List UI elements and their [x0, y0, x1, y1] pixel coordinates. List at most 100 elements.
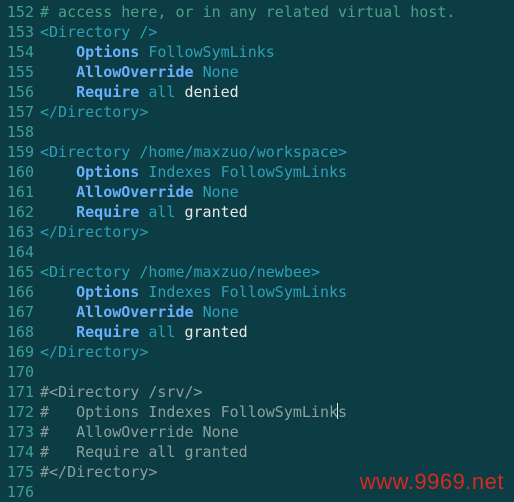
line-content[interactable]: # access here, or in any related virtual… [40, 2, 514, 22]
code-token: all [148, 83, 175, 101]
line-content[interactable]: Require all denied [40, 82, 514, 102]
line-content[interactable]: # Require all granted [40, 442, 514, 462]
code-token [40, 183, 76, 201]
line-content[interactable]: Options FollowSymLinks [40, 42, 514, 62]
code-token: #<Directory /srv/> [40, 383, 203, 401]
code-line[interactable]: 163</Directory> [0, 222, 514, 242]
line-number: 169 [0, 342, 40, 362]
line-number: 167 [0, 302, 40, 322]
line-content[interactable]: <Directory /home/maxzuo/newbee> [40, 262, 514, 282]
line-number: 161 [0, 182, 40, 202]
line-number: 176 [0, 482, 40, 502]
code-token: /home/maxzuo/newbee [139, 263, 311, 281]
code-line[interactable]: 156 Require all denied [0, 82, 514, 102]
line-content[interactable]: Options Indexes FollowSymLinks [40, 162, 514, 182]
line-number: 163 [0, 222, 40, 242]
line-content[interactable]: Options Indexes FollowSymLinks [40, 282, 514, 302]
code-token: None [203, 303, 239, 321]
code-token: > [311, 263, 320, 281]
code-line[interactable]: 169</Directory> [0, 342, 514, 362]
line-number: 172 [0, 402, 40, 422]
code-line[interactable]: 159<Directory /home/maxzuo/workspace> [0, 142, 514, 162]
code-line[interactable]: 166 Options Indexes FollowSymLinks [0, 282, 514, 302]
code-line[interactable]: 164 [0, 242, 514, 262]
code-line[interactable]: 157</Directory> [0, 102, 514, 122]
line-content[interactable]: # AllowOverride None [40, 422, 514, 442]
code-token [175, 83, 184, 101]
code-token [194, 303, 203, 321]
code-line[interactable]: 168 Require all granted [0, 322, 514, 342]
line-number: 170 [0, 362, 40, 382]
code-line[interactable]: 155 AllowOverride None [0, 62, 514, 82]
code-token: <Directory [40, 263, 139, 281]
code-token [40, 323, 76, 341]
code-token [40, 43, 76, 61]
code-token: Indexes [148, 163, 211, 181]
code-token [175, 203, 184, 221]
code-line[interactable]: 152# access here, or in any related virt… [0, 2, 514, 22]
code-editor[interactable]: 152# access here, or in any related virt… [0, 0, 514, 502]
code-line[interactable]: 162 Require all granted [0, 202, 514, 222]
line-content[interactable]: AllowOverride None [40, 62, 514, 82]
code-line[interactable]: 173# AllowOverride None [0, 422, 514, 442]
code-line[interactable]: 175#</Directory> [0, 462, 514, 482]
code-token: # AllowOverride None [40, 423, 239, 441]
line-content[interactable]: Require all granted [40, 202, 514, 222]
line-number: 157 [0, 102, 40, 122]
line-content[interactable]: </Directory> [40, 342, 514, 362]
code-line[interactable]: 170 [0, 362, 514, 382]
code-token: Options [76, 163, 139, 181]
code-token [175, 323, 184, 341]
code-line[interactable]: 174# Require all granted [0, 442, 514, 462]
line-number: 155 [0, 62, 40, 82]
code-token [212, 163, 221, 181]
code-line[interactable]: 171#<Directory /srv/> [0, 382, 514, 402]
line-number: 173 [0, 422, 40, 442]
code-line[interactable]: 167 AllowOverride None [0, 302, 514, 322]
line-content[interactable] [40, 482, 514, 502]
code-line[interactable]: 153<Directory /> [0, 22, 514, 42]
code-line[interactable]: 176 [0, 482, 514, 502]
line-content[interactable]: </Directory> [40, 102, 514, 122]
line-number: 152 [0, 2, 40, 22]
line-content[interactable]: AllowOverride None [40, 302, 514, 322]
line-content[interactable] [40, 242, 514, 262]
line-number: 153 [0, 22, 40, 42]
code-token [40, 63, 76, 81]
code-line[interactable]: 165<Directory /home/maxzuo/newbee> [0, 262, 514, 282]
line-content[interactable] [40, 362, 514, 382]
code-token: FollowSymLinks [221, 283, 347, 301]
code-line[interactable]: 154 Options FollowSymLinks [0, 42, 514, 62]
line-content[interactable] [40, 122, 514, 142]
code-token [194, 183, 203, 201]
code-token [40, 163, 76, 181]
code-token [212, 283, 221, 301]
line-content[interactable]: Require all granted [40, 322, 514, 342]
line-content[interactable]: #<Directory /srv/> [40, 382, 514, 402]
code-token: FollowSymLinks [148, 43, 274, 61]
code-token: granted [185, 323, 248, 341]
code-token: all [148, 203, 175, 221]
code-token: > [148, 23, 157, 41]
code-token [194, 63, 203, 81]
code-token: <Directory [40, 143, 139, 161]
line-content[interactable]: </Directory> [40, 222, 514, 242]
line-content[interactable]: <Directory /> [40, 22, 514, 42]
line-content[interactable]: # Options Indexes FollowSymLinks [40, 402, 514, 422]
code-line[interactable]: 161 AllowOverride None [0, 182, 514, 202]
code-token: all [148, 323, 175, 341]
code-token: denied [185, 83, 239, 101]
code-line[interactable]: 172# Options Indexes FollowSymLinks [0, 402, 514, 422]
code-token: Indexes [148, 283, 211, 301]
code-line[interactable]: 158 [0, 122, 514, 142]
line-number: 171 [0, 382, 40, 402]
line-number: 164 [0, 242, 40, 262]
line-number: 156 [0, 82, 40, 102]
code-token: /home/maxzuo/workspace [139, 143, 338, 161]
line-content[interactable]: AllowOverride None [40, 182, 514, 202]
line-content[interactable]: <Directory /home/maxzuo/workspace> [40, 142, 514, 162]
line-content[interactable]: #</Directory> [40, 462, 514, 482]
code-line[interactable]: 160 Options Indexes FollowSymLinks [0, 162, 514, 182]
code-token [40, 303, 76, 321]
line-number: 175 [0, 462, 40, 482]
